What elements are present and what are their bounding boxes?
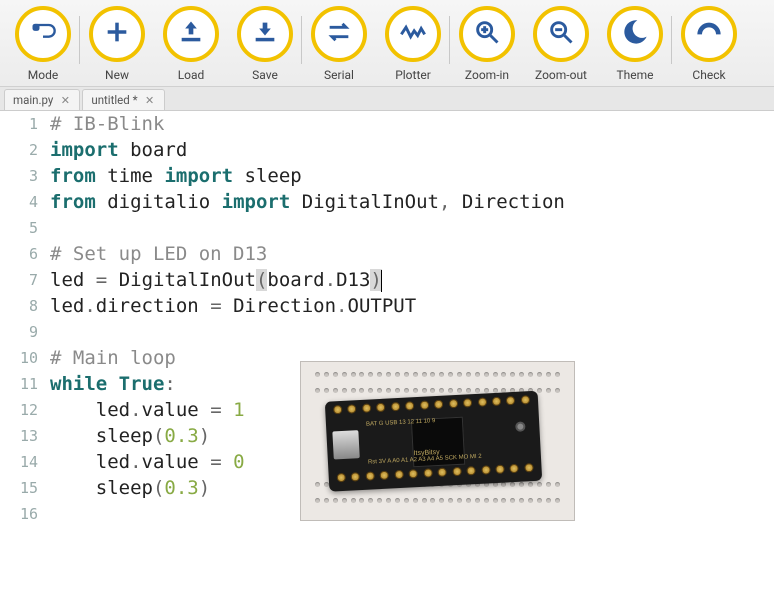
close-icon[interactable]: ✕ — [144, 94, 156, 106]
toolbar: Mode New Load Save Serial Plotter Zoom-in Zoom-… — [0, 0, 774, 87]
code-text: led.direction = Direction.OUTPUT — [50, 293, 416, 319]
code-line[interactable]: 5 — [0, 215, 774, 241]
toolbar-item-zoom-out: Zoom-out — [524, 6, 598, 82]
line-number: 12 — [0, 397, 50, 423]
toolbar-item-plotter: Plotter — [376, 6, 450, 82]
theme-icon — [621, 18, 649, 50]
toolbar-item-save: Save — [228, 6, 302, 82]
toolbar-item-mode: Mode — [6, 6, 80, 82]
code-text: led.value = 1 — [50, 397, 245, 423]
line-number: 14 — [0, 449, 50, 475]
tab-untitled-[interactable]: untitled * ✕ — [82, 89, 164, 110]
line-number: 1 — [0, 111, 50, 137]
save-button[interactable] — [237, 6, 293, 62]
tab-label: untitled * — [91, 93, 137, 107]
mode-button[interactable] — [15, 6, 71, 62]
check-icon — [695, 18, 723, 50]
code-text: import board — [50, 137, 187, 163]
code-text: sleep(0.3) — [50, 475, 210, 501]
line-number: 7 — [0, 267, 50, 293]
toolbar-label: Serial — [324, 68, 354, 82]
code-line[interactable]: 3from time import sleep — [0, 163, 774, 189]
zoom-in-button[interactable] — [459, 6, 515, 62]
code-editor[interactable]: 1# IB-Blink2import board3from time impor… — [0, 111, 774, 527]
toolbar-label: Mode — [28, 68, 58, 82]
toolbar-label: Save — [252, 68, 278, 82]
code-line[interactable]: 4from digitalio import DigitalInOut, Dir… — [0, 189, 774, 215]
load-button[interactable] — [163, 6, 219, 62]
line-number: 16 — [0, 501, 50, 527]
zoom-out-icon — [547, 18, 575, 50]
code-line[interactable]: 7led = DigitalInOut(board.D13) — [0, 267, 774, 293]
code-text: while True: — [50, 371, 176, 397]
code-line[interactable]: 6# Set up LED on D13 — [0, 241, 774, 267]
plotter-button[interactable] — [385, 6, 441, 62]
toolbar-item-load: Load — [154, 6, 228, 82]
tab-bar: main.py ✕ untitled * ✕ — [0, 87, 774, 111]
check-button[interactable] — [681, 6, 737, 62]
microcontroller-photo: BAT G USB 13 12 11 10 9 ItsyBitsy Rst 3V… — [300, 361, 575, 521]
code-text: sleep(0.3) — [50, 423, 210, 449]
toolbar-item-zoom-in: Zoom-in — [450, 6, 524, 82]
line-number: 5 — [0, 215, 50, 241]
code-line[interactable]: 8led.direction = Direction.OUTPUT — [0, 293, 774, 319]
code-text: led = DigitalInOut(board.D13) — [50, 267, 382, 293]
line-number: 3 — [0, 163, 50, 189]
zoom-in-icon — [473, 18, 501, 50]
zoom-out-button[interactable] — [533, 6, 589, 62]
code-text: led.value = 0 — [50, 449, 245, 475]
load-icon — [177, 18, 205, 50]
toolbar-label: Check — [692, 68, 725, 82]
plotter-icon — [399, 18, 427, 50]
code-text: # Main loop — [50, 345, 176, 371]
toolbar-item-check: Check — [672, 6, 746, 82]
toolbar-item-serial: Serial — [302, 6, 376, 82]
toolbar-label: Zoom-in — [465, 68, 509, 82]
line-number: 6 — [0, 241, 50, 267]
line-number: 2 — [0, 137, 50, 163]
plus-button[interactable] — [89, 6, 145, 62]
save-icon — [251, 18, 279, 50]
toolbar-label: Theme — [616, 68, 653, 82]
line-number: 13 — [0, 423, 50, 449]
toolbar-label: New — [105, 68, 129, 82]
toolbar-item-new: New — [80, 6, 154, 82]
tab-label: main.py — [13, 93, 53, 107]
serial-button[interactable] — [311, 6, 367, 62]
line-number: 4 — [0, 189, 50, 215]
mode-icon — [29, 18, 57, 50]
line-number: 15 — [0, 475, 50, 501]
toolbar-label: Load — [178, 68, 205, 82]
toolbar-label: Zoom-out — [535, 68, 587, 82]
tab-main-py[interactable]: main.py ✕ — [4, 89, 80, 110]
line-number: 9 — [0, 319, 50, 345]
code-text: # Set up LED on D13 — [50, 241, 267, 267]
theme-button[interactable] — [607, 6, 663, 62]
plus-icon — [103, 18, 131, 50]
serial-icon — [325, 18, 353, 50]
line-number: 11 — [0, 371, 50, 397]
code-text: from time import sleep — [50, 163, 302, 189]
code-line[interactable]: 1# IB-Blink — [0, 111, 774, 137]
line-number: 8 — [0, 293, 50, 319]
line-number: 10 — [0, 345, 50, 371]
code-text: # IB-Blink — [50, 111, 164, 137]
code-line[interactable]: 9 — [0, 319, 774, 345]
code-text: from digitalio import DigitalInOut, Dire… — [50, 189, 565, 215]
code-line[interactable]: 2import board — [0, 137, 774, 163]
toolbar-item-theme: Theme — [598, 6, 672, 82]
close-icon[interactable]: ✕ — [59, 94, 71, 106]
toolbar-label: Plotter — [395, 68, 431, 82]
